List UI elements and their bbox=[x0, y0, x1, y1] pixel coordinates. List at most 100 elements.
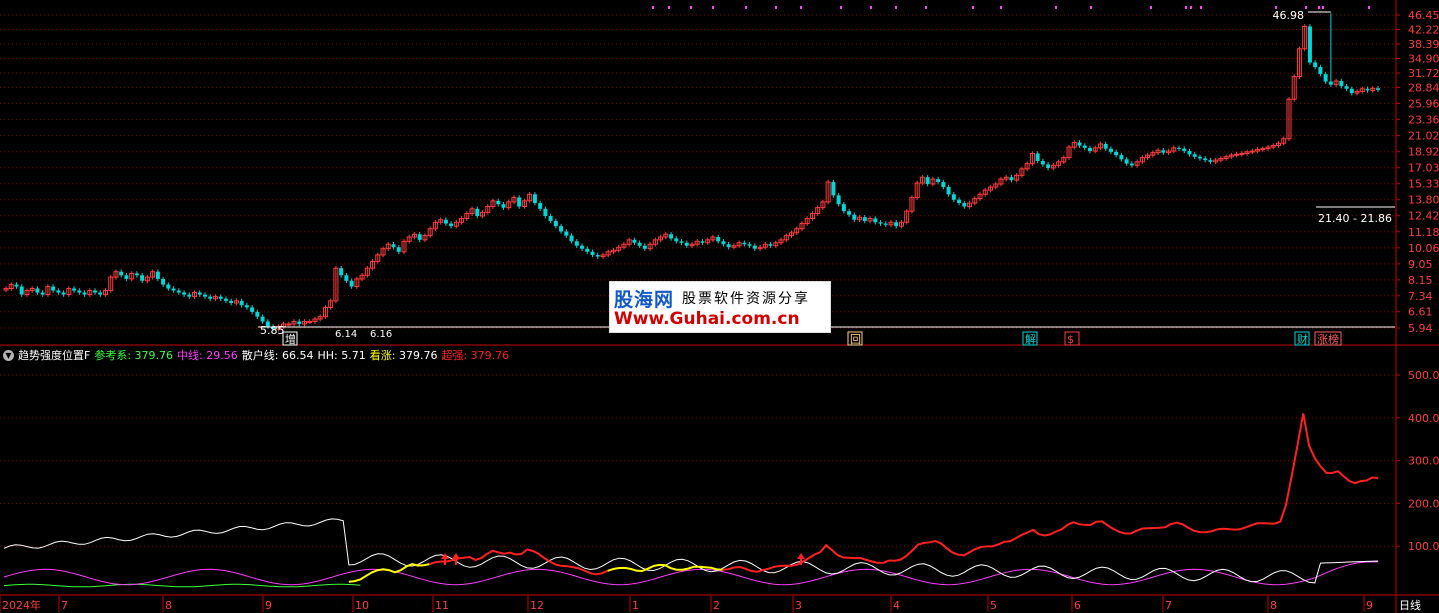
series-bull-line bbox=[348, 562, 430, 583]
indicator-item-mid: 中线: 29.56 bbox=[177, 347, 238, 363]
price-tick-label: 18.92 bbox=[1408, 146, 1439, 159]
candle-body bbox=[1307, 26, 1312, 63]
price-tick-label: 42.22 bbox=[1408, 24, 1439, 37]
candle-body bbox=[1260, 148, 1266, 151]
candle-body bbox=[1177, 147, 1182, 149]
price-tick-label: 13.80 bbox=[1408, 194, 1439, 207]
candle-body bbox=[538, 203, 543, 209]
small-price-label: 6.16 bbox=[370, 329, 392, 340]
candle-body bbox=[449, 223, 454, 227]
indicator-item-hh: HH: 5.71 bbox=[317, 349, 365, 362]
top-signal-mark bbox=[690, 6, 692, 9]
candle-body bbox=[1344, 86, 1349, 89]
event-marker-label: 涨榜 bbox=[1317, 332, 1339, 346]
candle-body bbox=[56, 290, 61, 293]
top-signal-mark bbox=[1322, 6, 1324, 9]
candle-body bbox=[585, 248, 590, 252]
candle-body bbox=[700, 241, 705, 243]
candle-body bbox=[124, 275, 129, 279]
candle-body bbox=[841, 204, 846, 212]
candle-body bbox=[936, 179, 941, 183]
top-signal-mark bbox=[745, 6, 747, 9]
ind-value: 5.71 bbox=[341, 348, 366, 362]
candle-body bbox=[1046, 164, 1051, 168]
time-tick-label: 7 bbox=[1165, 599, 1172, 612]
candle-body bbox=[1129, 163, 1134, 166]
candle-body bbox=[878, 222, 883, 224]
candle-body bbox=[119, 271, 124, 276]
top-signal-mark bbox=[895, 6, 897, 9]
candle-body bbox=[223, 298, 228, 301]
candle-body bbox=[1108, 148, 1113, 152]
candle-body bbox=[752, 245, 757, 249]
indicator-title[interactable]: 趋势强度位置F bbox=[18, 347, 90, 363]
ind-value: 379.76 bbox=[398, 349, 438, 362]
candle-body bbox=[1161, 150, 1166, 153]
candle-body bbox=[61, 292, 66, 295]
candle-body bbox=[548, 215, 553, 221]
time-tick-label: 12 bbox=[530, 599, 544, 612]
candle-body bbox=[98, 292, 103, 295]
candle-body bbox=[1087, 147, 1092, 152]
watermark-url: Www.Guhai.com.cn bbox=[614, 309, 800, 329]
candle-body bbox=[1009, 177, 1014, 181]
top-signal-mark bbox=[1318, 6, 1320, 9]
candle-body bbox=[202, 294, 207, 297]
price-tick-label: 38.39 bbox=[1408, 38, 1439, 51]
candle-body bbox=[339, 268, 344, 276]
candle-body bbox=[946, 187, 951, 195]
candle-body bbox=[176, 290, 181, 293]
candle-body bbox=[679, 241, 684, 243]
price-tick-label: 15.33 bbox=[1408, 178, 1439, 191]
candle-body bbox=[1234, 153, 1240, 156]
candle-body bbox=[726, 244, 731, 248]
candle-body bbox=[197, 292, 202, 295]
candle-body bbox=[1239, 152, 1245, 155]
candle-body bbox=[344, 275, 349, 281]
watermark-slogan: 股票软件资源分享 bbox=[682, 291, 810, 307]
candle-body bbox=[93, 290, 98, 293]
candle-body bbox=[187, 294, 192, 297]
top-signal-mark bbox=[1368, 6, 1370, 9]
top-signal-mark bbox=[925, 6, 927, 9]
candle-body bbox=[925, 177, 930, 185]
candle-body bbox=[716, 237, 721, 242]
ind-label: 散户线: bbox=[241, 349, 279, 362]
top-signal-mark bbox=[1190, 6, 1192, 9]
candle-body bbox=[134, 273, 139, 276]
period-label[interactable]: 日线 bbox=[1399, 597, 1421, 613]
ind-value: 379.76 bbox=[470, 349, 510, 362]
candle-body bbox=[161, 278, 166, 285]
top-signal-mark bbox=[1305, 6, 1307, 9]
time-tick-label: 9 bbox=[265, 599, 272, 612]
candle-body bbox=[1035, 153, 1040, 161]
price-tick-label: 5.94 bbox=[1408, 322, 1433, 335]
candle-body bbox=[155, 271, 160, 279]
ind-label: HH: bbox=[317, 348, 338, 362]
price-tick-label: 46.45 bbox=[1408, 9, 1439, 22]
price-tick-label: 12.42 bbox=[1408, 210, 1439, 223]
candle-body bbox=[1192, 154, 1197, 157]
candle-body bbox=[1040, 160, 1045, 165]
candle-body bbox=[1119, 155, 1124, 160]
candle-body bbox=[1318, 67, 1323, 75]
time-tick-label: 11 bbox=[435, 599, 449, 612]
ind-label: 看涨: bbox=[369, 349, 396, 362]
price-tick-label: 8.15 bbox=[1408, 274, 1433, 287]
collapse-icon[interactable]: ▼ bbox=[3, 349, 14, 361]
price-tick-label: 7.34 bbox=[1408, 290, 1433, 303]
candle-body bbox=[244, 305, 249, 308]
price-tick-label: 6.61 bbox=[1408, 306, 1433, 319]
event-marker-label: 财 bbox=[1297, 332, 1308, 346]
top-signal-mark bbox=[1055, 6, 1057, 9]
candle-body bbox=[250, 307, 255, 312]
top-signal-mark bbox=[1000, 6, 1002, 9]
indicator-item-strong: 超强: 379.76 bbox=[441, 347, 509, 363]
candle-body bbox=[1349, 88, 1354, 94]
indicator-item-bull: 看涨: 379.76 bbox=[370, 347, 438, 363]
top-signal-mark bbox=[1150, 6, 1152, 9]
candle-body bbox=[496, 200, 501, 205]
price-tick-label: 11.18 bbox=[1408, 226, 1439, 239]
candle-body bbox=[553, 220, 558, 227]
candle-body bbox=[182, 292, 187, 295]
